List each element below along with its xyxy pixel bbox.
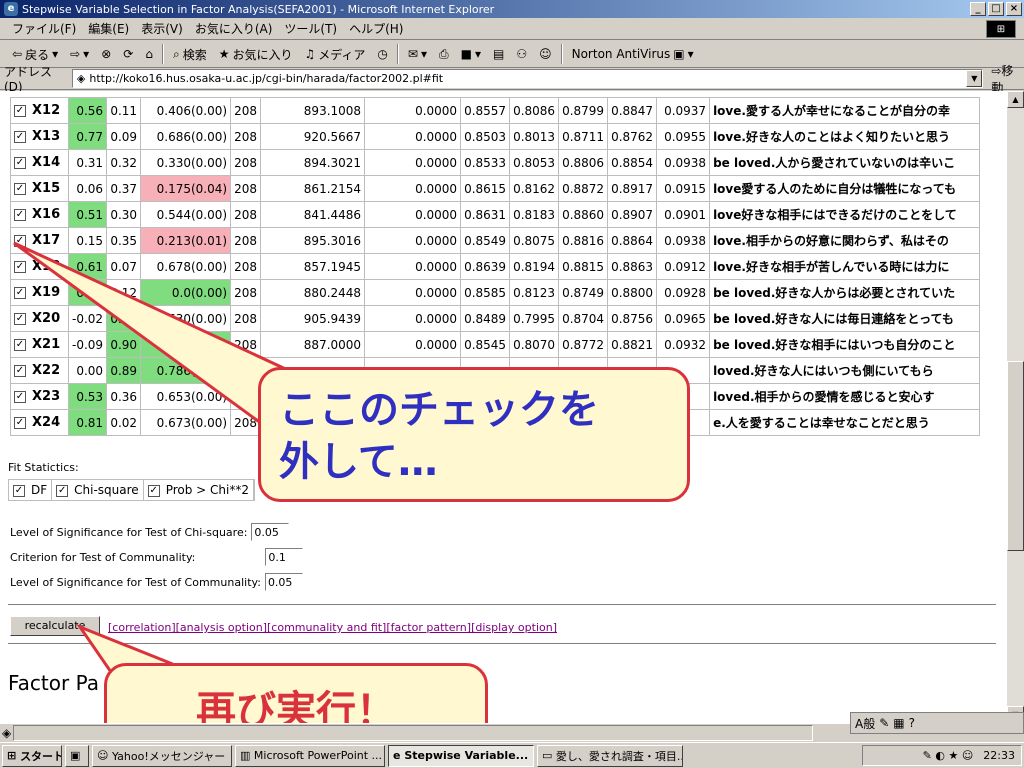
minimize-button[interactable]: _ — [970, 2, 986, 16]
address-label: アドレス(D) — [4, 65, 53, 94]
start-logo-icon: ⊞ — [7, 749, 17, 762]
system-tray: ✎ ◐ ★ ☺ 22:33 — [862, 745, 1022, 766]
callout-uncheck: ここのチェックを 外して… — [258, 367, 690, 502]
yahoo-button[interactable]: ☺ — [533, 47, 558, 61]
history-button[interactable]: ◷ — [371, 47, 393, 61]
menu-favorites[interactable]: お気に入り(A) — [189, 20, 279, 37]
callout-rerun: 再び実行！ — [104, 663, 488, 723]
toolbar-separator — [161, 44, 164, 64]
home-icon: ⌂ — [145, 47, 153, 61]
back-button[interactable]: ⇦ 戻る ▾ — [6, 46, 64, 63]
toolbar: ⇦ 戻る ▾ ⇨ ▾ ⊗ ⟳ ⌂ ⌕ 検索 ★ お気に入り ♫ メディア ◷ ✉ ▾ ⎙… — [0, 41, 1024, 68]
task-yahoo-messenger[interactable]: ☺ Yahoo!メッセンジャー — [92, 744, 232, 767]
toolbar-separator — [396, 44, 399, 64]
status-text-cell — [13, 725, 814, 741]
ie-icon: e — [4, 2, 18, 16]
messenger-icon: ⚇ — [516, 47, 528, 61]
print-button[interactable]: ⎙ — [433, 47, 455, 62]
window-title: Stepwise Variable Selection in Factor An… — [22, 2, 495, 16]
vertical-scrollbar[interactable]: ▲ ▼ — [1007, 91, 1024, 723]
menu-view[interactable]: 表示(V) — [135, 20, 189, 37]
go-arrow-icon: ⇨ — [991, 63, 1002, 78]
refresh-icon: ⟳ — [123, 47, 134, 61]
forward-button[interactable]: ⇨ ▾ — [64, 47, 95, 61]
scroll-up-icon[interactable]: ▲ — [1007, 91, 1024, 108]
messenger-button[interactable]: ⚇ — [510, 47, 533, 61]
media-icon: ♫ — [304, 47, 316, 61]
tray-icons[interactable]: ✎ ◐ ★ ☺ — [923, 749, 974, 762]
norton-icon: ▣ — [673, 47, 685, 61]
status-page-icon: ◈ — [2, 726, 12, 740]
folder-icon: ▭ — [542, 749, 553, 762]
toolbar-separator — [560, 44, 563, 64]
powerpoint-icon: ▥ — [240, 749, 251, 762]
discuss-icon: ▤ — [492, 47, 505, 61]
menu-help[interactable]: ヘルプ(H) — [343, 20, 409, 37]
scroll-thumb[interactable] — [1007, 361, 1024, 551]
menu-edit[interactable]: 編集(E) — [82, 20, 135, 37]
page-icon: ◈ — [76, 72, 86, 85]
ime-toolbar[interactable]: A般 ✎ ▦ ? — [850, 712, 1024, 734]
ime-mode[interactable]: A般 — [855, 715, 875, 732]
desktop-icon: ▣ — [70, 749, 81, 762]
ime-dict-icon[interactable]: ▦ — [893, 716, 904, 730]
favorites-icon: ★ — [218, 47, 230, 61]
media-button[interactable]: ♫ メディア — [298, 46, 371, 63]
stop-icon: ⊗ — [101, 47, 112, 61]
yahoo-icon: ☺ — [97, 749, 109, 762]
yahoo-icon: ☺ — [539, 47, 552, 61]
favorites-button[interactable]: ★ お気に入り — [213, 46, 299, 63]
edit-icon: ■ — [460, 47, 472, 61]
back-arrow-icon: ⇦ — [12, 47, 23, 61]
discuss-button[interactable]: ▤ — [487, 47, 510, 61]
norton-button[interactable]: Norton AntiVirus ▣ ▾ — [566, 47, 700, 61]
stop-button[interactable]: ⊗ — [95, 47, 117, 61]
taskbar: ⊞ スタート ▣ ☺ Yahoo!メッセンジャー ▥ Microsoft Pow… — [0, 742, 1024, 768]
search-button[interactable]: ⌕ 検索 — [167, 46, 213, 63]
menu-tools[interactable]: ツール(T) — [278, 20, 343, 37]
refresh-button[interactable]: ⟳ — [117, 47, 139, 61]
quick-launch-desktop[interactable]: ▣ — [65, 744, 89, 767]
address-input[interactable]: ◈ http://koko16.hus.osaka-u.ac.jp/cgi-bi… — [71, 69, 984, 88]
title-bar: e Stepwise Variable Selection in Factor … — [0, 0, 1024, 18]
clock: 22:33 — [983, 749, 1015, 762]
mail-button[interactable]: ✉ ▾ — [402, 47, 433, 61]
ie-icon: e — [393, 749, 401, 762]
forward-arrow-icon: ⇨ — [70, 47, 81, 61]
task-folder[interactable]: ▭ 愛し、愛され調査・項目... — [537, 744, 683, 767]
page-content: ✓ X12 0.56 0.11 0.406(0.00) 208 893.1008 0.0000… — [0, 91, 1007, 723]
task-powerpoint[interactable]: ▥ Microsoft PowerPoint ... — [235, 744, 385, 767]
edit-button[interactable]: ■ ▾ — [455, 47, 487, 61]
menu-bar: ファイル(F) 編集(E) 表示(V) お気に入り(A) ツール(T) ヘルプ(… — [0, 18, 1024, 40]
address-url: http://koko16.hus.osaka-u.ac.jp/cgi-bin/… — [89, 72, 444, 85]
menu-file[interactable]: ファイル(F) — [6, 20, 82, 37]
search-icon: ⌕ — [172, 46, 180, 61]
task-stepwise-ie[interactable]: e Stepwise Variable... — [388, 744, 534, 767]
maximize-button[interactable]: □ — [988, 2, 1004, 16]
callout-pointer-top — [13, 241, 293, 424]
home-button[interactable]: ⌂ — [139, 47, 159, 61]
windows-logo-icon: ⊞ — [986, 20, 1016, 38]
close-button[interactable]: × — [1006, 2, 1022, 16]
start-button[interactable]: ⊞ スタート — [2, 744, 62, 767]
address-dropdown-icon[interactable]: ▼ — [966, 70, 983, 87]
address-bar: アドレス(D) ◈ http://koko16.hus.osaka-u.ac.j… — [0, 64, 1024, 95]
history-icon: ◷ — [377, 47, 388, 61]
ime-help-icon[interactable]: ? — [909, 716, 915, 730]
mail-icon: ✉ — [407, 47, 418, 61]
print-icon: ⎙ — [439, 46, 449, 61]
ime-pad-icon[interactable]: ✎ — [879, 716, 889, 730]
